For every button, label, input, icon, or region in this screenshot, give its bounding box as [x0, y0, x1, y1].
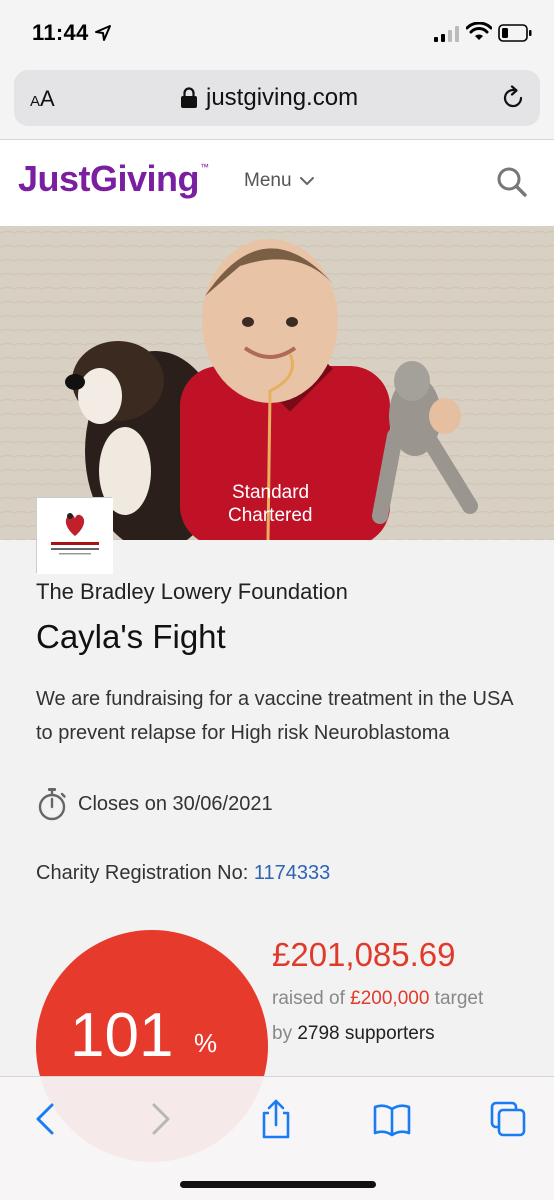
- charity-reg-link[interactable]: 1174333: [254, 862, 330, 884]
- charity-registration: Charity Registration No: 1174333: [36, 862, 330, 885]
- back-icon[interactable]: [26, 1099, 66, 1139]
- site-header: JustGiving™ Menu: [0, 140, 554, 226]
- charity-logo-graphic: [37, 498, 113, 574]
- raised-amount: £201,085.69: [272, 936, 456, 973]
- progress-percent: 101: [70, 1001, 174, 1070]
- home-indicator[interactable]: [180, 1181, 376, 1188]
- supporters-line: by 2798 supporters: [272, 1023, 435, 1044]
- url-text: justgiving.com: [206, 84, 359, 111]
- menu-button[interactable]: Menu: [244, 170, 314, 192]
- cellular-signal-icon: [434, 26, 459, 42]
- charity-logo[interactable]: [36, 497, 113, 574]
- status-time: 11:44: [32, 20, 89, 45]
- status-bar: 11:44: [0, 0, 554, 62]
- svg-text:Chartered: Chartered: [228, 505, 313, 526]
- location-arrow-icon: [95, 25, 111, 41]
- raised-target-line: raised of £200,000 target: [272, 988, 484, 1009]
- charity-name[interactable]: The Bradley Lowery Foundation: [36, 579, 348, 605]
- reload-icon[interactable]: [500, 85, 526, 111]
- bookmarks-icon[interactable]: [372, 1099, 412, 1139]
- reader-options-button[interactable]: AA: [30, 86, 55, 112]
- target-amount: £200,000: [350, 988, 430, 1009]
- hero-image: Standard Chartered: [0, 226, 554, 540]
- search-icon[interactable]: [496, 166, 528, 198]
- forward-icon[interactable]: [140, 1099, 180, 1139]
- chevron-down-icon: [299, 177, 314, 185]
- share-icon[interactable]: [256, 1099, 296, 1139]
- page-summary: We are fundraising for a vaccine treatme…: [36, 688, 513, 744]
- justgiving-logo[interactable]: JustGiving™: [18, 158, 209, 200]
- lock-icon: [181, 87, 197, 108]
- screen: 11:44 AA justgiving.com JustGiving™ Menu…: [0, 0, 554, 1200]
- wifi-icon: [466, 22, 492, 40]
- battery-icon: [498, 24, 532, 42]
- closing-date-text: Closes on 30/06/2021: [78, 792, 273, 815]
- svg-text:Standard: Standard: [232, 482, 309, 503]
- address-bar[interactable]: AA justgiving.com: [14, 70, 540, 126]
- charity-reg-label: Charity Registration No:: [36, 862, 254, 884]
- page-title: Cayla's Fight: [36, 618, 226, 655]
- tabs-icon[interactable]: [488, 1099, 528, 1139]
- closing-date: Closes on 30/06/2021: [36, 786, 273, 822]
- progress-percent-sign: %: [194, 1028, 218, 1058]
- browser-toolbar: [0, 1076, 554, 1200]
- stopwatch-icon: [38, 788, 66, 821]
- browser-url-area: AA justgiving.com: [0, 62, 554, 140]
- supporters-count: 2798: [297, 1023, 340, 1044]
